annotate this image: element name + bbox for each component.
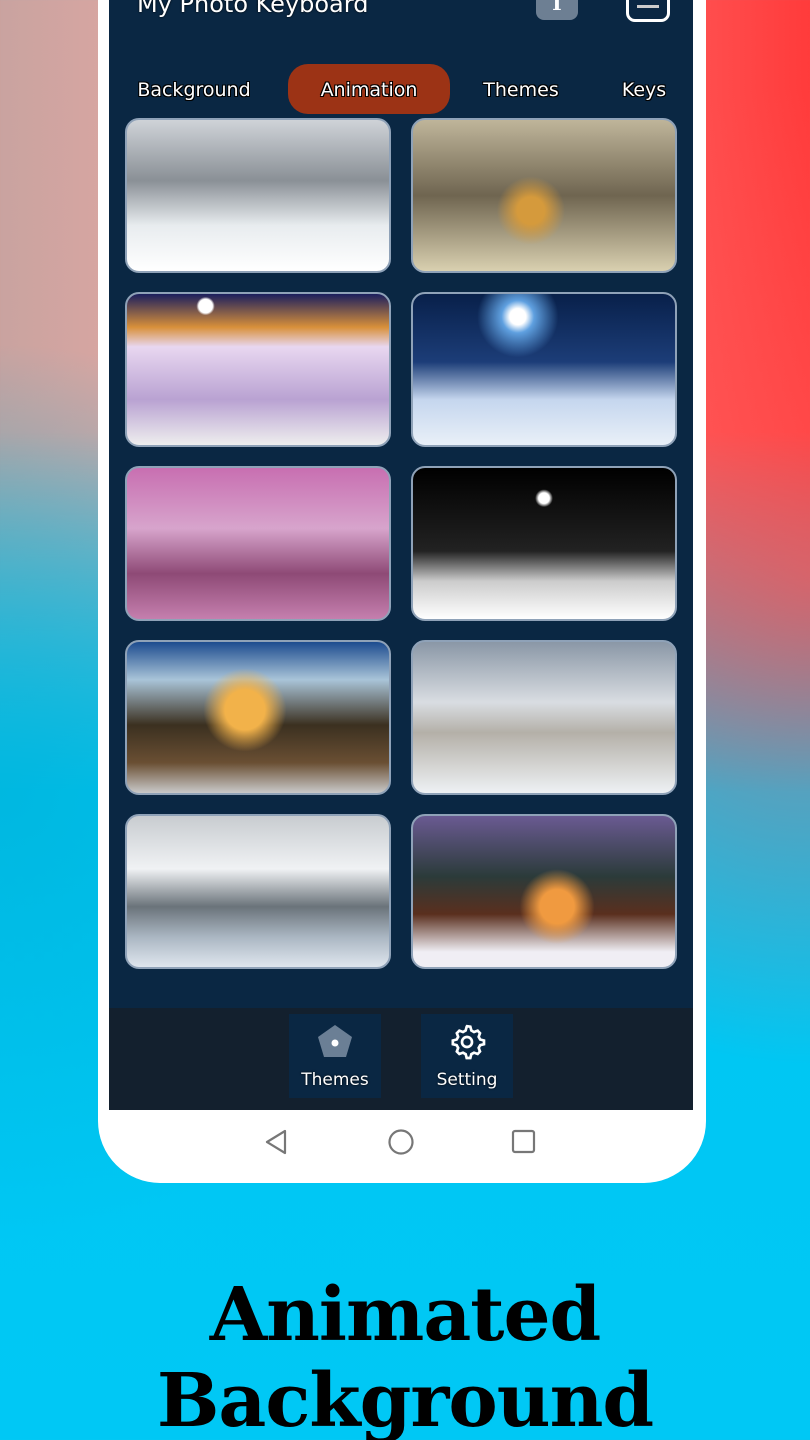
nav-themes-label: Themes bbox=[301, 1070, 369, 1090]
promo-headline: Animated Background bbox=[156, 1272, 654, 1440]
system-nav-bar bbox=[98, 1110, 706, 1170]
bottom-nav: Themes Setting bbox=[109, 1008, 693, 1110]
app-title: My Photo Keyboard bbox=[137, 0, 369, 18]
back-icon[interactable] bbox=[263, 1128, 289, 1156]
nav-themes[interactable]: Themes bbox=[289, 1014, 381, 1098]
nav-setting[interactable]: Setting bbox=[421, 1014, 513, 1098]
home-icon[interactable] bbox=[387, 1128, 415, 1156]
animation-thumbnail[interactable] bbox=[411, 118, 677, 273]
animation-thumbnail[interactable] bbox=[411, 466, 677, 621]
pentagon-icon bbox=[318, 1025, 352, 1057]
font-icon[interactable]: T bbox=[536, 0, 578, 20]
animation-thumbnail[interactable] bbox=[411, 292, 677, 447]
menu-icon[interactable] bbox=[626, 0, 670, 22]
app-screen: My Photo Keyboard T Background Animation… bbox=[109, 0, 693, 1110]
tab-themes[interactable]: Themes bbox=[471, 64, 571, 114]
animation-thumbnail[interactable] bbox=[125, 814, 391, 969]
animation-thumbnail[interactable] bbox=[125, 118, 391, 273]
animation-thumbnail[interactable] bbox=[125, 466, 391, 621]
animation-thumbnail[interactable] bbox=[125, 640, 391, 795]
nav-setting-label: Setting bbox=[436, 1070, 498, 1090]
tab-bar: Background Animation Themes Keys bbox=[109, 64, 693, 114]
phone-frame: My Photo Keyboard T Background Animation… bbox=[98, 0, 706, 1183]
recents-icon[interactable] bbox=[511, 1129, 537, 1155]
tab-keys[interactable]: Keys bbox=[609, 64, 679, 114]
animation-thumbnail[interactable] bbox=[125, 292, 391, 447]
tab-animation[interactable]: Animation bbox=[288, 64, 450, 114]
gear-icon bbox=[451, 1024, 486, 1060]
animation-thumbnail[interactable] bbox=[411, 640, 677, 795]
animation-thumbnail[interactable] bbox=[411, 814, 677, 969]
tab-background[interactable]: Background bbox=[129, 64, 259, 114]
